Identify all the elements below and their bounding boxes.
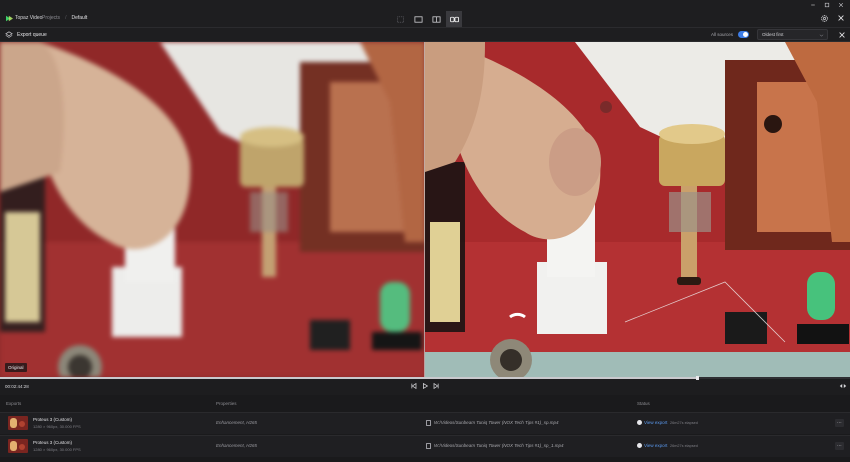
compare-arrows-icon[interactable] <box>839 382 847 390</box>
file-icon <box>426 443 431 449</box>
export-path[interactable]: W:/Videos/Sunbeam Tuniq Tower (NOX Tech … <box>434 443 564 448</box>
sort-order-value: Oldest first <box>762 32 784 37</box>
topaz-logo-icon <box>6 15 13 22</box>
view-export-link[interactable]: View export <box>644 443 667 448</box>
original-pane: Original <box>0 42 425 377</box>
more-icon: ⋯ <box>837 443 842 449</box>
side-by-side-icon <box>431 15 441 23</box>
video-preview[interactable]: Original <box>0 42 850 377</box>
view-mode-group <box>392 11 462 27</box>
status-check-icon <box>637 443 642 448</box>
single-view-icon <box>396 15 404 23</box>
export-thumbnail <box>8 439 28 453</box>
view-export-link[interactable]: View export <box>644 420 667 425</box>
timeline-progress <box>0 377 697 379</box>
timeline-track[interactable] <box>0 376 850 380</box>
settings-gear-icon[interactable] <box>820 14 829 23</box>
maximize-button[interactable] <box>820 0 834 10</box>
close-project-icon[interactable] <box>837 14 845 22</box>
split-compare-button[interactable] <box>446 11 462 27</box>
title-bar: Topaz Video Projects / Default <box>0 0 850 28</box>
export-row[interactable]: Proteus 3 (Custom) 1280 × 960px, 30.000 … <box>0 412 850 434</box>
minimize-button[interactable] <box>806 0 820 10</box>
more-options-button[interactable]: ⋯ <box>835 419 844 427</box>
window-close-button[interactable] <box>834 0 848 10</box>
timeline-bar: 00:02:44:28 <box>0 376 850 395</box>
export-model: Proteus 3 (Custom) <box>33 440 73 445</box>
timeline-playhead[interactable] <box>696 376 699 380</box>
play-icon[interactable] <box>421 382 429 390</box>
close-panel-icon[interactable] <box>838 31 846 39</box>
minimize-icon <box>811 4 815 6</box>
compare-divider[interactable] <box>424 42 425 377</box>
export-queue-toolbar: Export queue All sources Oldest first <box>0 28 850 42</box>
original-frame <box>0 42 425 377</box>
export-path[interactable]: W:/Videos/Sunbeam Tuniq Tower (NOX Tech … <box>434 420 559 425</box>
more-icon: ⋯ <box>837 420 842 426</box>
original-view-icon <box>413 15 423 23</box>
sort-order-select[interactable]: Oldest first <box>757 29 828 40</box>
breadcrumb: Projects / Default <box>42 15 87 21</box>
layers-icon <box>5 31 13 38</box>
chevron-down-icon <box>819 34 824 37</box>
breadcrumb-separator: / <box>65 15 67 21</box>
breadcrumb-projects[interactable]: Projects <box>42 15 60 21</box>
maximize-icon <box>824 2 830 8</box>
original-view-button[interactable] <box>410 11 426 27</box>
exports-table: Exports Properties Status Proteus 3 (Cus… <box>0 395 850 462</box>
status-check-icon <box>637 420 642 425</box>
app-title: Topaz Video <box>15 15 43 21</box>
side-by-side-button[interactable] <box>428 11 444 27</box>
export-spec: 1280 × 960px, 30.000 FPS <box>33 447 81 452</box>
breadcrumb-default[interactable]: Default <box>71 15 87 21</box>
timecode: 00:02:44:28 <box>5 384 29 389</box>
elapsed-time: 26m27s elapsed <box>670 420 698 425</box>
all-sources-toggle[interactable] <box>738 31 749 38</box>
window-close-icon <box>838 2 844 8</box>
header-properties: Properties <box>216 401 237 406</box>
enhanced-frame <box>425 42 850 377</box>
export-row[interactable]: Proteus 3 (Custom) 1280 × 960px, 30.000 … <box>0 435 850 457</box>
previous-frame-icon[interactable] <box>410 382 418 390</box>
export-queue-label[interactable]: Export queue <box>17 32 47 38</box>
elapsed-time: 26m27s elapsed <box>670 443 698 448</box>
export-spec: 1280 × 960px, 30.000 FPS <box>33 424 81 429</box>
export-model: Proteus 3 (Custom) <box>33 417 73 422</box>
header-exports: Exports <box>6 401 22 406</box>
header-status: Status <box>637 401 650 406</box>
export-thumbnail <box>8 416 28 430</box>
all-sources-label: All sources <box>711 32 734 37</box>
split-compare-icon <box>449 16 459 22</box>
next-frame-icon[interactable] <box>432 382 440 390</box>
single-view-button[interactable] <box>392 11 408 27</box>
export-properties: Enhancement, H265 <box>216 420 258 425</box>
export-properties: Enhancement, H265 <box>216 443 258 448</box>
enhanced-pane <box>425 42 850 377</box>
original-badge: Original <box>5 363 27 372</box>
file-icon <box>426 420 431 426</box>
more-options-button[interactable]: ⋯ <box>835 442 844 450</box>
